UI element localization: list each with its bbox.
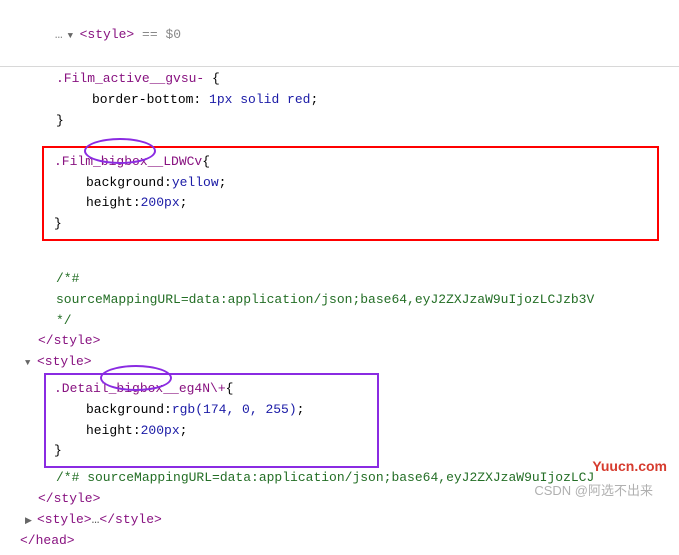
tag-text: </style> [38,333,100,348]
blank-line [0,241,679,269]
blank-line [0,132,679,146]
watermark-yuucn: Yuucn.com [592,455,667,477]
selector-text: .Film_bigbox__LDWCv [54,154,202,169]
close-brace: } [56,113,64,128]
css-property-line[interactable]: background:yellow; [54,173,647,194]
prop-text: background [86,175,164,190]
equals-text: == [134,27,165,42]
close-brace-line[interactable]: } [54,214,647,235]
comment-line: /*# [0,269,679,290]
highlight-box-purple: .Detail_bigbox__eg4N\+{ background:rgb(1… [44,373,379,468]
prop-text: background [86,402,164,417]
expand-icon[interactable] [25,352,35,373]
ellipsis-icon: … [55,27,64,42]
comment-text: sourceMappingURL=data:application/json;b… [56,292,594,307]
close-head-tag[interactable]: </head> [0,531,679,552]
first-style-line[interactable]: … <style> == $0 [0,4,679,66]
comment-line: */ [0,311,679,332]
semicolon: ; [310,92,318,107]
css-selector-line[interactable]: .Detail_bigbox__eg4N\+{ [54,379,369,400]
dollar-zero: $0 [165,27,181,42]
value-text: yellow [172,175,219,190]
tag-text: </style> [99,512,161,527]
close-brace: } [54,216,62,231]
selector-text: .Film_active__gvsu- [56,71,204,86]
close-brace-line[interactable]: } [0,111,679,132]
css-selector-line[interactable]: .Film_active__gvsu- { [0,69,679,90]
selector-text: .Detail_bigbox__eg4N\+ [54,381,226,396]
open-brace: { [204,71,220,86]
colon: : [193,92,209,107]
tag-text: </style> [38,491,100,506]
style-open-line[interactable]: <style> [0,352,679,373]
prop-text: border-bottom [92,92,193,107]
devtools-elements-panel: … <style> == $0 .Film_active__gvsu- { bor… [0,0,679,555]
expand-icon[interactable] [25,510,35,531]
open-brace: { [202,154,210,169]
watermark-csdn: CSDN @阿选不出来 [534,481,653,502]
expand-icon[interactable] [68,25,78,46]
comment-text: */ [56,313,72,328]
tag-text: </head> [20,533,75,548]
comment-text: /*# [56,271,79,286]
comment-line: sourceMappingURL=data:application/json;b… [0,290,679,311]
comment-text: /*# sourceMappingURL=data:application/js… [56,470,594,485]
highlight-box-red: .Film_bigbox__LDWCv{ background:yellow; … [42,146,659,241]
tag-text: <style> [37,354,92,369]
css-property-line[interactable]: border-bottom: 1px solid red; [0,90,679,111]
close-brace-line[interactable]: } [54,441,369,462]
close-brace: } [54,443,62,458]
top-separator: … <style> == $0 [0,4,679,67]
prop-text: height [86,423,133,438]
collapsed-style-line[interactable]: <style>…</style> [0,510,679,531]
value-text: 200px [141,195,180,210]
css-property-line[interactable]: background:rgb(174, 0, 255); [54,400,369,421]
close-style-tag[interactable]: </style> [0,331,679,352]
prop-text: height [86,195,133,210]
open-brace: { [226,381,234,396]
func-name: rgb [172,402,195,417]
func-args: (174, 0, 255) [195,402,296,417]
value-text: 1px solid red [209,92,310,107]
css-property-line[interactable]: height:200px; [54,193,647,214]
css-selector-line[interactable]: .Film_bigbox__LDWCv{ [54,152,647,173]
style-open-tag: <style> [80,27,135,42]
value-text: 200px [141,423,180,438]
tag-text: <style> [37,512,92,527]
css-property-line[interactable]: height:200px; [54,421,369,442]
